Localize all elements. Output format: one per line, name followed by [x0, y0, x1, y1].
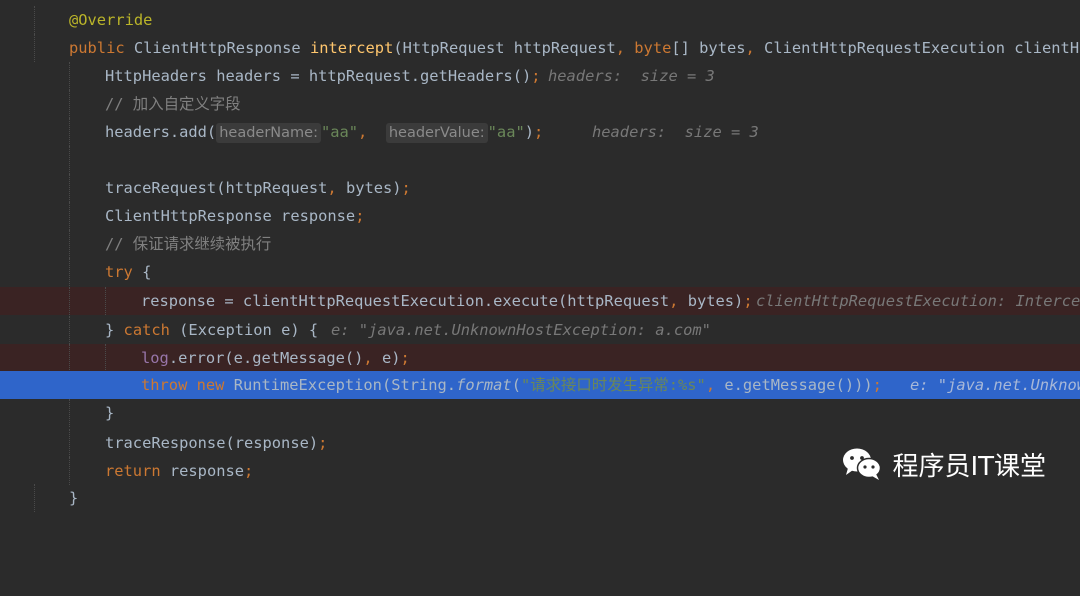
get-headers-statement: HttpHeaders headers = httpRequest.getHea… [105, 67, 541, 85]
debug-value-hint: clientHttpRequestExecution: Intercep [756, 292, 1080, 310]
code-editor[interactable]: @Override public ClientHttpResponse inte… [0, 0, 1080, 512]
code-comment: // 保证请求继续被执行 [105, 235, 272, 253]
debug-value-hint: e: "java.net.UnknownHostException: a.com… [331, 321, 711, 339]
headers-add-statement: headers.add(headerName: "aa", headerValue… [105, 123, 544, 143]
code-line-18[interactable]: } [0, 484, 1080, 512]
debug-value-hint: e: "java.net.Unknow [910, 376, 1080, 394]
debug-value-hint: headers: size = 3 [548, 67, 715, 85]
wechat-icon [843, 448, 882, 480]
code-line-7[interactable]: traceRequest(httpRequest, bytes); [0, 174, 1080, 202]
closing-brace: } [69, 489, 79, 507]
code-line-8[interactable]: ClientHttpResponse response; [0, 202, 1080, 230]
watermark: 程序员IT课堂 [842, 442, 1046, 486]
override-annotation: @Override [69, 11, 153, 29]
execute-statement: response = clientHttpRequestExecution.ex… [141, 292, 753, 310]
debug-value-hint: headers: size = 3 [592, 123, 759, 141]
catch-block-open: } catch (Exception e) { [105, 321, 319, 339]
return-statement: return response; [105, 462, 254, 480]
code-line-14-current[interactable]: throw new RuntimeException(String.format… [0, 371, 1080, 399]
code-line-6[interactable] [0, 146, 1080, 174]
code-line-10[interactable]: try { [0, 258, 1080, 286]
trace-request-statement: traceRequest(httpRequest, bytes); [105, 179, 411, 197]
code-line-11[interactable]: response = clientHttpRequestExecution.ex… [0, 287, 1080, 315]
code-line-1[interactable]: @Override [0, 6, 1080, 34]
code-line-5[interactable]: headers.add(headerName: "aa", headerValue… [0, 118, 1080, 146]
method-signature: public ClientHttpResponse intercept(Http… [69, 39, 1080, 57]
code-line-15[interactable]: } [0, 399, 1080, 427]
trace-response-statement: traceResponse(response); [105, 434, 328, 452]
parameter-name-hint: headerValue: [385, 123, 488, 143]
code-line-13[interactable]: log.error(e.getMessage(), e); [0, 344, 1080, 372]
log-error-statement: log.error(e.getMessage(), e); [141, 349, 410, 367]
closing-brace: } [105, 404, 115, 422]
try-block-open: try { [105, 263, 152, 281]
parameter-name-hint: headerName: [216, 123, 321, 143]
throw-statement: throw new RuntimeException(String.format… [141, 376, 882, 394]
watermark-text: 程序员IT课堂 [892, 451, 1046, 482]
code-line-3[interactable]: HttpHeaders headers = httpRequest.getHea… [0, 62, 1080, 90]
code-comment: // 加入自定义字段 [105, 95, 241, 113]
code-line-4[interactable]: // 加入自定义字段 [0, 90, 1080, 118]
response-declaration: ClientHttpResponse response; [105, 207, 365, 225]
code-line-12[interactable]: } catch (Exception e) { e: "java.net.Unk… [0, 316, 1080, 344]
code-line-9[interactable]: // 保证请求继续被执行 [0, 230, 1080, 258]
code-line-2[interactable]: public ClientHttpResponse intercept(Http… [0, 34, 1080, 62]
